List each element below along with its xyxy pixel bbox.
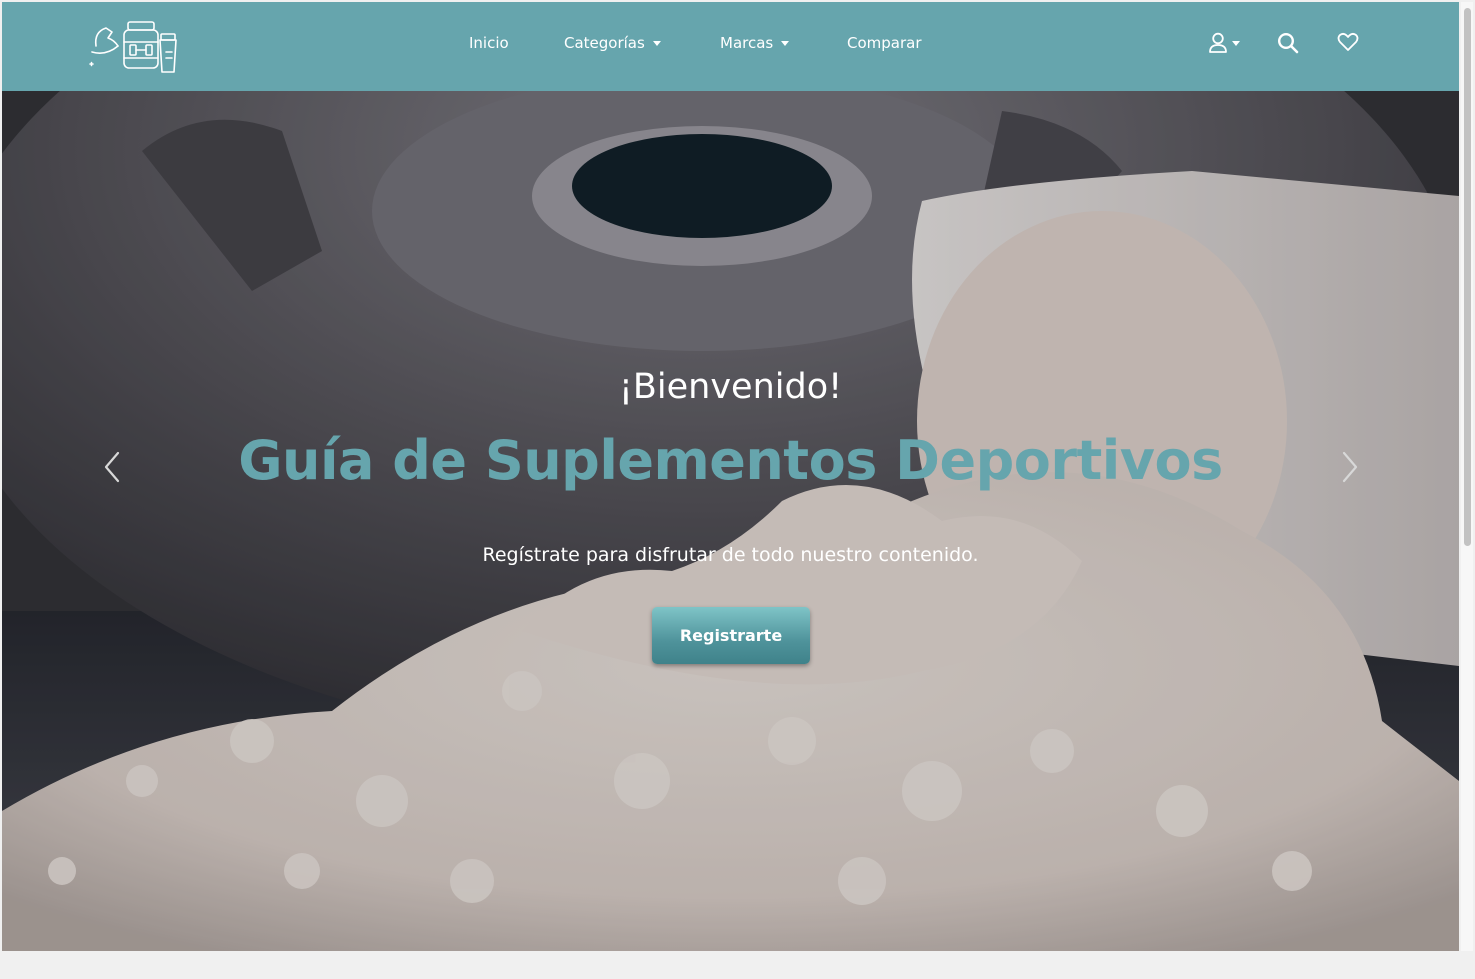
nav-link-label: Categorías <box>564 34 645 52</box>
hero-carousel: ¡Bienvenido! Guía de Suplementos Deporti… <box>2 91 1459 951</box>
nav-dropdown-categorias[interactable]: Categorías <box>564 34 661 52</box>
caret-down-icon <box>781 40 790 46</box>
search-icon <box>1277 32 1299 54</box>
heart-icon <box>1337 32 1359 51</box>
supplements-logo[interactable] <box>86 16 182 78</box>
hero-title: Guía de Suplementos Deportivos <box>238 429 1223 492</box>
nav-dropdown-marcas[interactable]: Marcas <box>720 34 790 52</box>
caret-down-icon <box>652 40 661 46</box>
nav-link-label: Comparar <box>847 34 922 52</box>
nav-link-inicio[interactable]: Inicio <box>469 34 509 52</box>
search-button[interactable] <box>1277 32 1299 54</box>
hero-overlay <box>2 91 1459 951</box>
browser-viewport: Inicio Categorías Marcas Comparar ¡Bienv… <box>2 2 1459 951</box>
user-menu-button[interactable] <box>1208 32 1240 54</box>
hero-subtitle: Regístrate para disfrutar de todo nuestr… <box>482 544 979 566</box>
user-icon <box>1209 32 1227 53</box>
navbar: Inicio Categorías Marcas Comparar <box>2 2 1459 91</box>
scrollbar-thumb[interactable] <box>1464 8 1471 546</box>
hero-welcome-text: ¡Bienvenido! <box>618 367 843 407</box>
nav-link-label: Inicio <box>469 34 509 52</box>
nav-link-label: Marcas <box>720 34 774 52</box>
caret-down-icon <box>1232 40 1240 46</box>
carousel-next-icon[interactable] <box>1338 447 1362 487</box>
nav-link-comparar[interactable]: Comparar <box>847 34 922 52</box>
register-button[interactable]: Registrarte <box>652 607 810 664</box>
carousel-prev-icon[interactable] <box>100 447 124 487</box>
favorites-button[interactable] <box>1337 32 1359 52</box>
page-scrollbar[interactable] <box>1461 2 1473 951</box>
